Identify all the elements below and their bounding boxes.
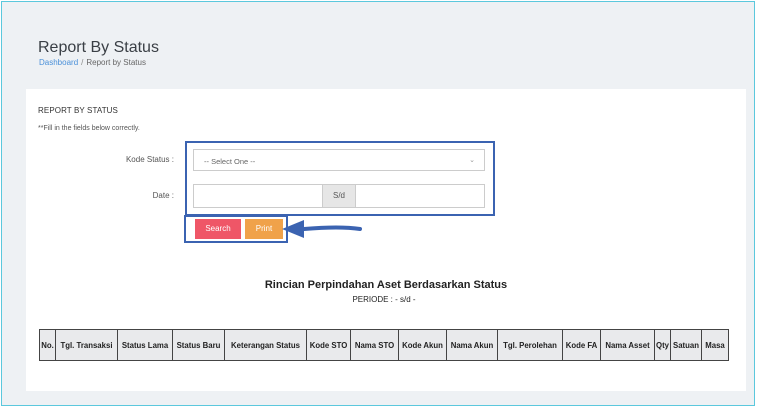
card-title: REPORT BY STATUS [38, 106, 118, 115]
report-card: REPORT BY STATUS **Fill in the fields be… [26, 89, 746, 391]
kode-status-selected-value: -- Select One -- [204, 157, 256, 166]
kode-status-label: Kode Status : [125, 155, 174, 164]
date-label: Date : [152, 191, 174, 200]
page-title: Report By Status [38, 39, 159, 56]
page-frame: Report By Status Dashboard / Report by Sta… [1, 1, 755, 406]
search-button[interactable]: Search [195, 219, 241, 239]
column-header: Status Lama [117, 329, 173, 361]
column-header: Nama STO [350, 329, 399, 361]
column-header: Kode Akun [398, 329, 447, 361]
date-end-input[interactable] [355, 184, 485, 208]
form-hint: **Fill in the fields below correctly. [38, 125, 140, 132]
breadcrumb-current: Report by Status [86, 58, 146, 67]
column-header: Satuan [670, 329, 702, 361]
column-header: Status Baru [172, 329, 225, 361]
column-header: Keterangan Status [224, 329, 307, 361]
breadcrumb: Dashboard / Report by Status [39, 58, 146, 67]
column-header: Tgl. Perolehan [497, 329, 563, 361]
breadcrumb-separator: / [81, 58, 84, 67]
table-header-row: No. Tgl. Transaksi Status Lama Status Ba… [39, 329, 729, 361]
kode-status-select[interactable]: -- Select One -- ⌄ [193, 149, 485, 171]
column-header: No. [39, 329, 56, 361]
report-period: PERIODE : - s/d - [352, 295, 416, 304]
column-header: Nama Asset [600, 329, 655, 361]
print-button[interactable]: Print [245, 219, 283, 239]
column-header: Kode FA [562, 329, 601, 361]
column-header: Kode STO [306, 329, 351, 361]
pointer-arrow-icon [282, 220, 362, 238]
column-header: Nama Akun [446, 329, 498, 361]
column-header: Tgl. Transaksi [55, 329, 118, 361]
report-title: Rincian Perpindahan Aset Berdasarkan Sta… [264, 279, 508, 291]
date-start-input[interactable] [193, 184, 323, 208]
report-table: No. Tgl. Transaksi Status Lama Status Ba… [39, 329, 729, 361]
column-header: Qty [654, 329, 671, 361]
breadcrumb-dashboard-link[interactable]: Dashboard [39, 58, 78, 67]
chevron-down-icon: ⌄ [469, 157, 475, 164]
date-separator: S/d [322, 184, 356, 208]
column-header: Masa [701, 329, 729, 361]
